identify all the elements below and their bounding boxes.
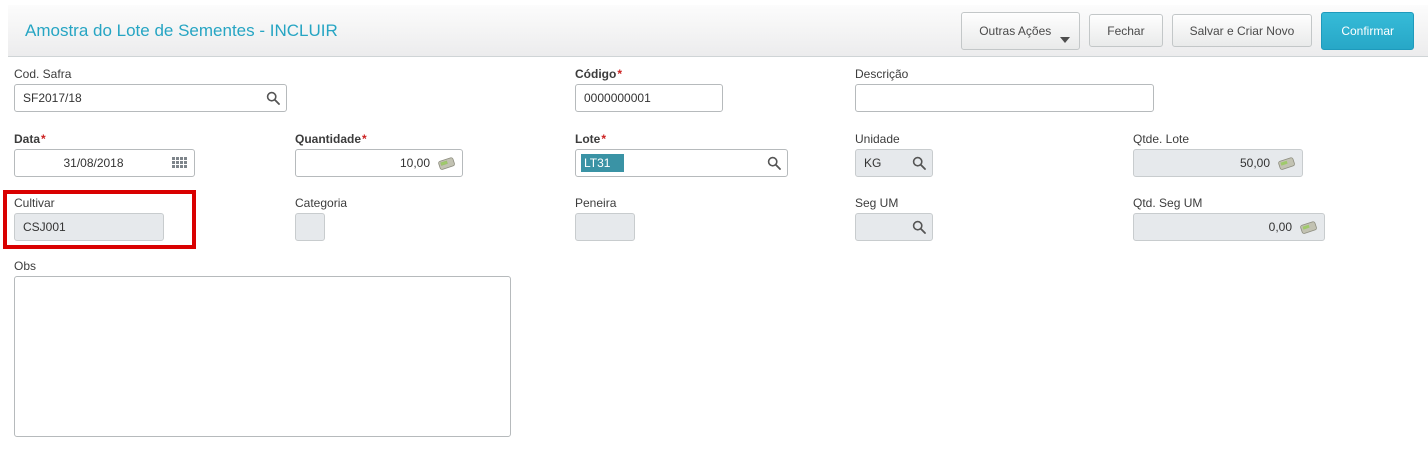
page-title: Amostra do Lote de Sementes - INCLUIR <box>25 21 338 41</box>
codigo-label: Código* <box>575 67 723 82</box>
confirmar-button[interactable]: Confirmar <box>1321 12 1414 50</box>
form-page: Amostra do Lote de Sementes - INCLUIR Ou… <box>0 0 1428 464</box>
header-bar: Amostra do Lote de Sementes - INCLUIR Ou… <box>8 5 1428 57</box>
salvar-criar-novo-button[interactable]: Salvar e Criar Novo <box>1172 14 1313 47</box>
seg-um-label: Seg UM <box>855 196 933 211</box>
qtde-lote-label: Qtde. Lote <box>1133 132 1303 147</box>
categoria-label: Categoria <box>295 196 325 211</box>
search-icon[interactable] <box>266 91 280 105</box>
data-label: Data* <box>14 132 195 147</box>
lote-input[interactable]: LT31 <box>575 149 788 177</box>
chevron-down-icon <box>1060 37 1070 43</box>
field-codigo: Código* <box>575 67 723 112</box>
calendar-icon[interactable] <box>171 156 188 170</box>
data-input[interactable] <box>14 149 195 177</box>
cultivar-input <box>14 213 164 241</box>
field-cultivar: Cultivar <box>14 196 164 241</box>
cod-safra-label: Cod. Safra <box>14 67 287 82</box>
peneira-label: Peneira <box>575 196 635 211</box>
field-data: Data* <box>14 132 195 177</box>
lote-label: Lote* <box>575 132 788 147</box>
field-qtd-seg-um: Qtd. Seg UM <box>1133 196 1325 241</box>
field-seg-um: Seg UM <box>855 196 933 241</box>
obs-textarea[interactable] <box>14 276 511 437</box>
peneira-input <box>575 213 635 241</box>
search-icon <box>912 220 926 234</box>
codigo-input[interactable] <box>575 84 723 112</box>
descricao-input[interactable] <box>855 84 1154 112</box>
field-unidade: Unidade <box>855 132 933 177</box>
outras-acoes-label: Outras Ações <box>979 24 1051 38</box>
fechar-button[interactable]: Fechar <box>1089 14 1162 47</box>
categoria-input <box>295 213 325 241</box>
field-quantidade: Quantidade* <box>295 132 463 177</box>
cod-safra-input[interactable] <box>14 84 287 112</box>
calculator-icon[interactable] <box>437 156 456 171</box>
search-icon[interactable] <box>767 156 781 170</box>
search-icon <box>912 156 926 170</box>
cultivar-label: Cultivar <box>14 196 164 211</box>
field-categoria: Categoria <box>295 196 325 241</box>
qtd-seg-um-label: Qtd. Seg UM <box>1133 196 1325 211</box>
field-peneira: Peneira <box>575 196 635 241</box>
unidade-label: Unidade <box>855 132 933 147</box>
lote-selected-text: LT31 <box>581 154 624 172</box>
obs-label: Obs <box>14 259 511 274</box>
field-lote: Lote* LT31 <box>575 132 788 177</box>
field-descricao: Descrição <box>855 67 1154 112</box>
calculator-icon <box>1299 220 1318 235</box>
calculator-icon <box>1277 156 1296 171</box>
qtd-seg-um-input <box>1133 213 1325 241</box>
quantidade-label: Quantidade* <box>295 132 463 147</box>
field-cod-safra: Cod. Safra <box>14 67 287 112</box>
field-obs: Obs <box>14 259 511 437</box>
salvar-criar-novo-label: Salvar e Criar Novo <box>1190 24 1295 38</box>
fechar-label: Fechar <box>1107 24 1144 38</box>
field-qtde-lote: Qtde. Lote <box>1133 132 1303 177</box>
outras-acoes-button[interactable]: Outras Ações <box>961 12 1080 50</box>
descricao-label: Descrição <box>855 67 1154 82</box>
confirmar-label: Confirmar <box>1341 24 1394 38</box>
header-actions: Outras Ações Fechar Salvar e Criar Novo … <box>961 12 1414 50</box>
